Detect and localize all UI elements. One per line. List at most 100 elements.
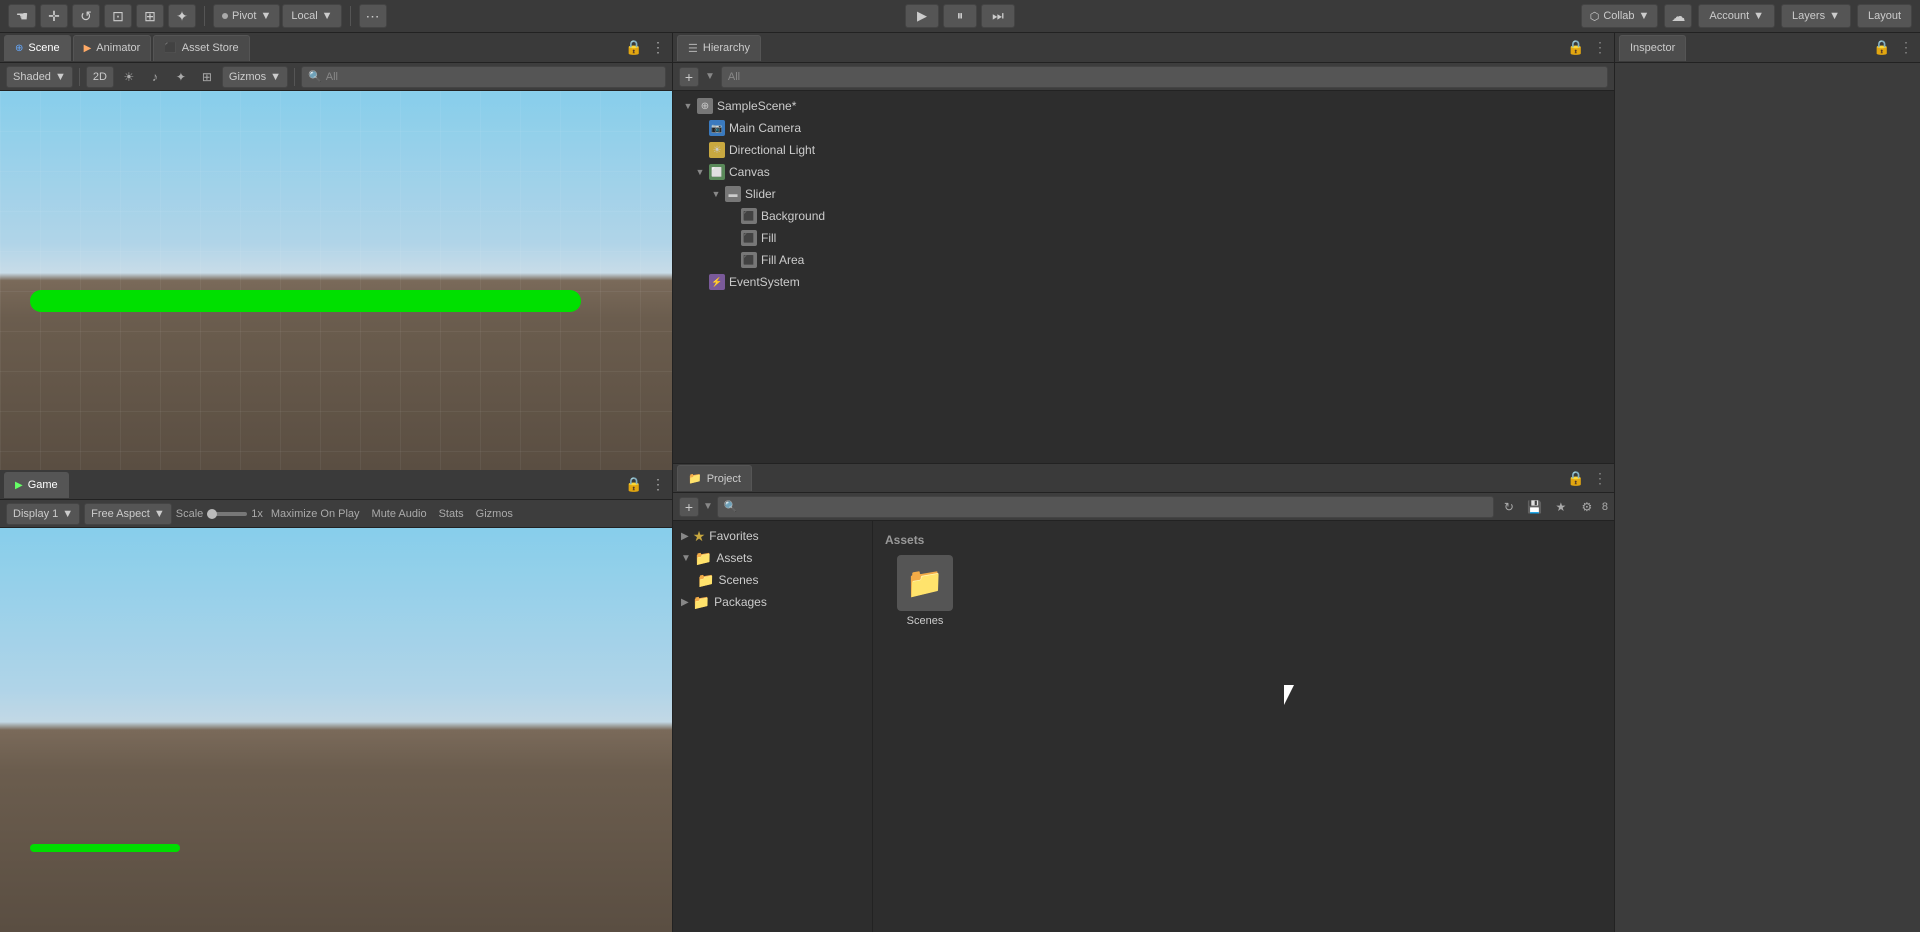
hierarchy-add-arrow[interactable]: ▼ [705, 71, 715, 82]
tab-game[interactable]: ▶ Game [4, 472, 69, 498]
hierarchy-tab-actions: 🔒 ⋮ [1566, 38, 1610, 58]
scene-grid-btn[interactable]: ⊞ [196, 66, 218, 88]
asset-item-scenes[interactable]: 📁 Scenes [885, 555, 965, 627]
project-menu-btn[interactable]: ⋮ [1590, 468, 1610, 488]
scene-root-label: SampleScene* [717, 99, 796, 113]
shading-dropdown[interactable]: Shaded ▼ [6, 66, 73, 88]
maximize-btn[interactable]: Maximize On Play [267, 506, 364, 522]
dimension-label: 2D [93, 71, 107, 83]
hierarchy-search[interactable]: All [721, 66, 1608, 88]
tool-rotate[interactable]: ↺ [72, 4, 100, 28]
play-button[interactable]: ▶ [905, 4, 939, 28]
hierarchy-item-fill-area[interactable]: ⬛ Fill Area [673, 249, 1614, 271]
hierarchy-scene-root[interactable]: ▼ ⊕ SampleScene* [673, 95, 1614, 117]
collab-button[interactable]: ⬡ Collab ▼ [1581, 4, 1659, 28]
tool-rect[interactable]: ⊞ [136, 4, 164, 28]
step-button[interactable]: ⏭ [981, 4, 1015, 28]
hierarchy-menu-btn[interactable]: ⋮ [1590, 38, 1610, 58]
tab-asset-store[interactable]: ⬛ Asset Store [153, 35, 249, 61]
hierarchy-item-fill[interactable]: ⬛ Fill [673, 227, 1614, 249]
project-refresh-btn[interactable]: ↻ [1498, 496, 1520, 518]
pivot-label: Pivot [232, 10, 256, 22]
project-add-arrow[interactable]: ▼ [703, 501, 713, 512]
account-button[interactable]: Account ▼ [1698, 4, 1775, 28]
center-panels: ☰ Hierarchy 🔒 ⋮ + ▼ All ▼ ⊕ [672, 33, 1615, 932]
scene-audio-btn[interactable]: ♪ [144, 66, 166, 88]
tool-move[interactable]: ✛ [40, 4, 68, 28]
hierarchy-item-canvas[interactable]: ▼ ⬜ Canvas [673, 161, 1614, 183]
scale-slider[interactable] [207, 512, 247, 516]
hierarchy-item-slider[interactable]: ▼ ▬ Slider [673, 183, 1614, 205]
background-icon: ⬛ [741, 208, 757, 224]
inspector-lock-btn[interactable]: 🔒 [1872, 38, 1892, 58]
game-tabs: ▶ Game 🔒 ⋮ [0, 470, 672, 500]
tree-favorites[interactable]: ▶ ★ Favorites [673, 525, 872, 547]
tree-scenes[interactable]: 📁 Scenes [673, 569, 872, 591]
tab-animator[interactable]: ▶ Animator [73, 35, 152, 61]
tree-assets[interactable]: ▼ 📁 Assets [673, 547, 872, 569]
hierarchy-search-placeholder: All [728, 71, 740, 83]
tab-scene[interactable]: ⊕ Scene [4, 35, 71, 61]
project-search[interactable]: 🔍 [717, 496, 1494, 518]
tool-extra[interactable]: ⋯ [359, 4, 387, 28]
toolbar-sep-1 [204, 6, 205, 26]
hierarchy-item-background[interactable]: ⬛ Background [673, 205, 1614, 227]
layers-button[interactable]: Layers ▼ [1781, 4, 1851, 28]
layout-button[interactable]: Layout [1857, 4, 1912, 28]
fill-area-label: Fill Area [761, 253, 804, 267]
toolbar-left: ☚ ✛ ↺ ⊡ ⊞ ✦ Pivot ▼ Local ▼ ⋯ [8, 4, 387, 28]
project-add-btn[interactable]: + [679, 497, 699, 517]
project-lock-btn[interactable]: 🔒 [1566, 468, 1586, 488]
gizmos-dropdown[interactable]: Gizmos ▼ [222, 66, 288, 88]
tab-hierarchy[interactable]: ☰ Hierarchy [677, 35, 761, 61]
dimension-dropdown[interactable]: 2D [86, 66, 114, 88]
top-bar: ☚ ✛ ↺ ⊡ ⊞ ✦ Pivot ▼ Local ▼ ⋯ ▶ ⏸ ⏭ ⬡ Co… [0, 0, 1920, 33]
project-tab-actions: 🔒 ⋮ [1566, 468, 1610, 488]
scene-search[interactable]: 🔍 All [301, 66, 666, 88]
assets-arrow: ▼ [681, 553, 691, 564]
cloud-button[interactable]: ☁ [1664, 4, 1692, 28]
mute-btn[interactable]: Mute Audio [368, 506, 431, 522]
packages-tree-label: Packages [714, 595, 767, 609]
hierarchy-item-directional-light[interactable]: ☀ Directional Light [673, 139, 1614, 161]
scene-lighting-btn[interactable]: ☀ [118, 66, 140, 88]
aspect-dropdown[interactable]: Free Aspect ▼ [84, 503, 172, 525]
project-search-icon: 🔍 [724, 500, 738, 513]
hierarchy-lock-btn[interactable]: 🔒 [1566, 38, 1586, 58]
tool-hand[interactable]: ☚ [8, 4, 36, 28]
hierarchy-item-main-camera[interactable]: 📷 Main Camera [673, 117, 1614, 139]
tool-transform[interactable]: ✦ [168, 4, 196, 28]
project-star-btn[interactable]: ★ [1550, 496, 1572, 518]
game-menu-btn[interactable]: ⋮ [648, 475, 668, 495]
pivot-arrow: ▼ [260, 10, 271, 22]
hierarchy-content[interactable]: ▼ ⊕ SampleScene* 📷 Main Camera ☀ Directi… [673, 91, 1614, 463]
inspector-panel: Inspector 🔒 ⋮ [1615, 33, 1920, 932]
game-tab-icon: ▶ [15, 480, 23, 491]
display-dropdown[interactable]: Display 1 ▼ [6, 503, 80, 525]
inspector-tab-label: Inspector [1630, 42, 1675, 54]
hierarchy-add-btn[interactable]: + [679, 67, 699, 87]
slider-label: Slider [745, 187, 776, 201]
inspector-menu-btn[interactable]: ⋮ [1896, 38, 1916, 58]
tree-packages[interactable]: ▶ 📁 Packages [673, 591, 872, 613]
tool-scale[interactable]: ⊡ [104, 4, 132, 28]
hierarchy-item-event-system[interactable]: ⚡ EventSystem [673, 271, 1614, 293]
project-save-btn[interactable]: 💾 [1524, 496, 1546, 518]
local-button[interactable]: Local ▼ [282, 4, 341, 28]
stats-btn[interactable]: Stats [435, 506, 468, 522]
pivot-button[interactable]: Pivot ▼ [213, 4, 280, 28]
scene-lock-btn[interactable]: 🔒 [624, 38, 644, 58]
scene-fx-btn[interactable]: ✦ [170, 66, 192, 88]
toolbar-right: ⬡ Collab ▼ ☁ Account ▼ Layers ▼ Layout [1581, 4, 1912, 28]
tab-project[interactable]: 📁 Project [677, 465, 752, 491]
scene-menu-btn[interactable]: ⋮ [648, 38, 668, 58]
project-settings-btn[interactable]: ⚙ [1576, 496, 1598, 518]
inspector-tabs: Inspector 🔒 ⋮ [1615, 33, 1920, 63]
main-camera-arrow [693, 121, 707, 135]
fill-label: Fill [761, 231, 776, 245]
game-lock-btn[interactable]: 🔒 [624, 475, 644, 495]
pause-button[interactable]: ⏸ [943, 4, 977, 28]
asset-store-tab-label: Asset Store [182, 42, 239, 54]
tab-inspector[interactable]: Inspector [1619, 35, 1686, 61]
game-gizmos-btn[interactable]: Gizmos [472, 506, 517, 522]
